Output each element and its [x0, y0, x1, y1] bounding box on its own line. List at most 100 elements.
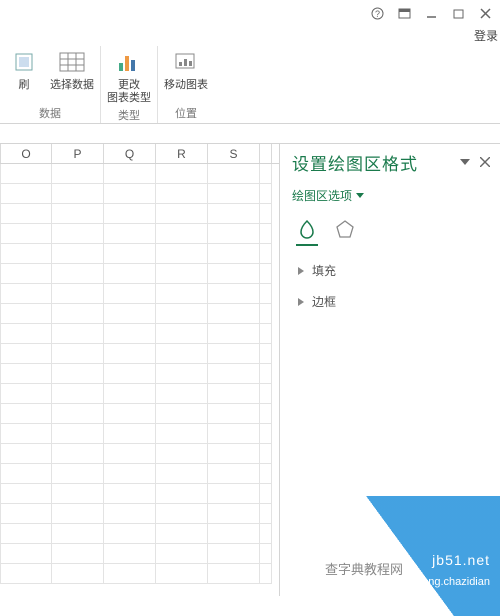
cell[interactable] — [208, 484, 260, 504]
cell[interactable] — [104, 444, 156, 464]
cell[interactable] — [208, 284, 260, 304]
cell[interactable] — [0, 284, 52, 304]
cell[interactable] — [156, 304, 208, 324]
pane-close-icon[interactable] — [480, 155, 490, 170]
cell[interactable] — [0, 344, 52, 364]
cell[interactable] — [0, 544, 52, 564]
cell[interactable] — [208, 364, 260, 384]
column-header[interactable] — [260, 144, 272, 163]
cell[interactable] — [260, 304, 272, 324]
cell[interactable] — [52, 284, 104, 304]
cell[interactable] — [260, 524, 272, 544]
cell[interactable] — [52, 444, 104, 464]
cell[interactable] — [260, 424, 272, 444]
cell[interactable] — [156, 444, 208, 464]
cell[interactable] — [156, 504, 208, 524]
help-icon[interactable]: ? — [371, 7, 384, 20]
cell[interactable] — [104, 484, 156, 504]
cell[interactable] — [52, 484, 104, 504]
cell[interactable] — [260, 244, 272, 264]
refresh-button[interactable]: 刷 — [4, 48, 44, 92]
cell[interactable] — [104, 384, 156, 404]
cell[interactable] — [156, 224, 208, 244]
cell[interactable] — [52, 324, 104, 344]
cell[interactable] — [0, 164, 52, 184]
cell[interactable] — [260, 344, 272, 364]
cell[interactable] — [208, 204, 260, 224]
cell[interactable] — [260, 224, 272, 244]
cell[interactable] — [208, 164, 260, 184]
cell[interactable] — [156, 204, 208, 224]
select-data-button[interactable]: 选择数据 — [48, 48, 96, 92]
cell[interactable] — [208, 244, 260, 264]
cell[interactable] — [260, 284, 272, 304]
cell[interactable] — [52, 344, 104, 364]
cell[interactable] — [0, 424, 52, 444]
cell[interactable] — [52, 524, 104, 544]
cell[interactable] — [156, 384, 208, 404]
cell[interactable] — [104, 404, 156, 424]
cell[interactable] — [208, 504, 260, 524]
border-section-toggle[interactable]: 边框 — [298, 293, 490, 310]
cell[interactable] — [208, 344, 260, 364]
cell[interactable] — [260, 384, 272, 404]
column-header[interactable]: O — [0, 144, 52, 163]
cell[interactable] — [260, 544, 272, 564]
cell[interactable] — [52, 204, 104, 224]
column-header[interactable]: Q — [104, 144, 156, 163]
cell[interactable] — [260, 464, 272, 484]
cell[interactable] — [156, 404, 208, 424]
cell[interactable] — [260, 204, 272, 224]
cell[interactable] — [104, 524, 156, 544]
cell[interactable] — [0, 244, 52, 264]
cell[interactable] — [104, 504, 156, 524]
cell[interactable] — [0, 484, 52, 504]
cell[interactable] — [208, 444, 260, 464]
cell[interactable] — [208, 404, 260, 424]
cell[interactable] — [260, 484, 272, 504]
cell[interactable] — [156, 264, 208, 284]
cell[interactable] — [260, 164, 272, 184]
cell[interactable] — [52, 264, 104, 284]
cell[interactable] — [156, 244, 208, 264]
cell[interactable] — [104, 304, 156, 324]
cell[interactable] — [208, 564, 260, 584]
cell[interactable] — [104, 364, 156, 384]
cell[interactable] — [0, 324, 52, 344]
cell[interactable] — [104, 544, 156, 564]
cell[interactable] — [208, 424, 260, 444]
cell[interactable] — [0, 184, 52, 204]
cell[interactable] — [0, 444, 52, 464]
column-header[interactable]: S — [208, 144, 260, 163]
cell[interactable] — [0, 504, 52, 524]
cell[interactable] — [104, 464, 156, 484]
cell[interactable] — [260, 504, 272, 524]
cell[interactable] — [52, 504, 104, 524]
cell[interactable] — [52, 244, 104, 264]
cell[interactable] — [52, 544, 104, 564]
cell[interactable] — [208, 524, 260, 544]
change-chart-type-button[interactable]: 更改 图表类型 — [105, 48, 153, 105]
cell[interactable] — [208, 464, 260, 484]
move-chart-button[interactable]: 移动图表 — [162, 48, 210, 92]
cell[interactable] — [104, 324, 156, 344]
cell[interactable] — [156, 364, 208, 384]
cell[interactable] — [156, 344, 208, 364]
cell[interactable] — [0, 524, 52, 544]
cell[interactable] — [52, 464, 104, 484]
cell[interactable] — [208, 544, 260, 564]
cell[interactable] — [52, 424, 104, 444]
cell[interactable] — [260, 444, 272, 464]
cell[interactable] — [52, 564, 104, 584]
cell[interactable] — [0, 404, 52, 424]
cell[interactable] — [104, 264, 156, 284]
cell[interactable] — [104, 224, 156, 244]
cell[interactable] — [104, 564, 156, 584]
cell[interactable] — [260, 324, 272, 344]
cell[interactable] — [156, 524, 208, 544]
cell[interactable] — [104, 424, 156, 444]
cell[interactable] — [0, 384, 52, 404]
column-header[interactable]: P — [52, 144, 104, 163]
cell[interactable] — [156, 324, 208, 344]
cell[interactable] — [208, 264, 260, 284]
